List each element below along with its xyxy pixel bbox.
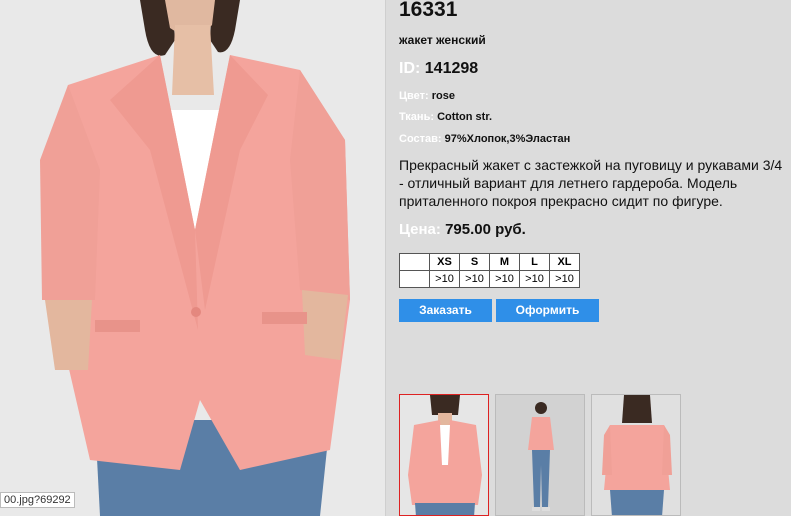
thumbnail-2[interactable] [495,394,585,516]
size-header[interactable]: XS [429,253,460,271]
size-header[interactable]: L [519,253,550,271]
composition-label: Состав: [399,133,442,145]
product-id: ID: 141298 [399,60,478,78]
id-value: 141298 [424,60,479,77]
size-header[interactable]: S [459,253,490,271]
size-header[interactable]: XL [549,253,580,271]
size-stock-row: >10 >10 >10 >10 >10 [399,270,580,288]
size-stock: >10 [459,270,490,288]
composition-value: 97%Хлопок,3%Эластан [444,133,571,145]
color-label: Цвет: [399,90,429,102]
size-stock-label-cell [399,270,430,288]
product-description: Прекрасный жакет с застежкой на пуговицу… [399,157,783,209]
fabric-label: Ткань: [399,111,434,123]
checkout-button[interactable]: Оформить [496,299,599,322]
color-value: rose [431,90,455,102]
price-value: 795.00 руб. [445,221,526,238]
thumbnail-image [400,395,488,515]
model-photo [0,0,385,516]
price-label: Цена: [399,221,441,238]
product-sku: 16331 [399,0,458,21]
composition-row: Состав: 97%Хлопок,3%Эластан [399,133,570,145]
fabric-row: Ткань: Cotton str. [399,111,492,123]
size-stock: >10 [429,270,460,288]
size-stock: >10 [489,270,520,288]
size-stock: >10 [519,270,550,288]
thumbnail-3[interactable] [591,394,681,516]
size-stock: >10 [549,270,580,288]
price-row: Цена: 795.00 руб. [399,221,526,238]
fabric-value: Cotton str. [437,111,493,123]
main-product-image[interactable]: 00.jpg?69292 [0,0,386,516]
size-header[interactable]: M [489,253,520,271]
size-header-row: XS S M L XL [399,253,580,271]
order-button[interactable]: Заказать [399,299,492,322]
thumbnail-image [592,395,680,515]
color-row: Цвет: rose [399,90,455,102]
status-bar-url: 00.jpg?69292 [0,492,75,508]
size-corner-cell [399,253,430,271]
size-table: XS S M L XL >10 >10 >10 >10 >10 [399,253,580,288]
product-name: жакет женский [399,33,486,47]
product-details: 16331 жакет женский ID: 141298 Цвет: ros… [386,0,791,516]
thumbnail-1[interactable] [399,394,489,516]
thumbnail-image [496,395,584,515]
id-label: ID: [399,60,421,77]
